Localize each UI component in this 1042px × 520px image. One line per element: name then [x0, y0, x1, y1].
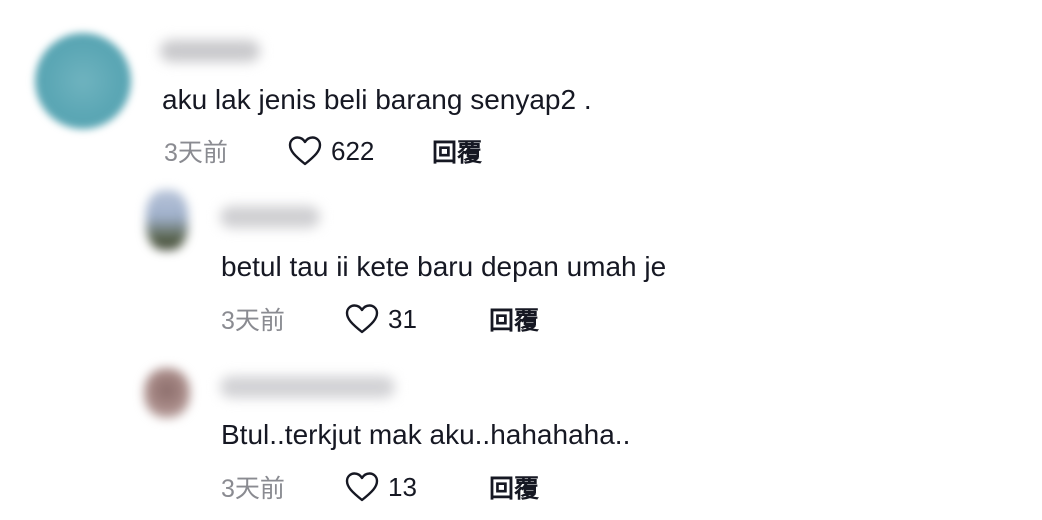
heart-outline-icon[interactable] — [344, 303, 380, 335]
username-blurred[interactable] — [160, 40, 260, 62]
like-button[interactable]: 13 — [344, 471, 489, 503]
like-button[interactable]: 31 — [344, 303, 489, 335]
comment-actions: 3天前 13 回覆 — [221, 470, 539, 504]
heart-outline-icon[interactable] — [344, 471, 380, 503]
comment-actions: 3天前 31 回覆 — [221, 302, 539, 336]
comment-actions: 3天前 622 回覆 — [164, 134, 482, 168]
comment-timestamp: 3天前 — [221, 475, 285, 503]
avatar[interactable] — [144, 368, 190, 418]
reply-button[interactable]: 回覆 — [489, 469, 539, 505]
username-blurred[interactable] — [220, 206, 320, 228]
like-count: 622 — [331, 135, 375, 166]
like-count: 31 — [388, 303, 417, 334]
comment-text: Btul..terkjut mak aku..hahahaha.. — [221, 419, 631, 450]
like-button[interactable]: 622 — [287, 135, 432, 167]
comment-thread: aku lak jenis beli barang senyap2 . 3天前 … — [0, 0, 1042, 520]
avatar[interactable] — [146, 190, 188, 250]
comment-timestamp: 3天前 — [221, 307, 285, 335]
comment-text: aku lak jenis beli barang senyap2 . — [162, 84, 592, 115]
avatar[interactable] — [35, 33, 131, 129]
comment-text: betul tau ii kete baru depan umah je — [221, 251, 667, 282]
comment-timestamp: 3天前 — [164, 139, 228, 167]
username-blurred[interactable] — [220, 376, 395, 398]
reply-button[interactable]: 回覆 — [432, 133, 482, 169]
reply-button[interactable]: 回覆 — [489, 301, 539, 337]
like-count: 13 — [388, 471, 417, 502]
heart-outline-icon[interactable] — [287, 135, 323, 167]
